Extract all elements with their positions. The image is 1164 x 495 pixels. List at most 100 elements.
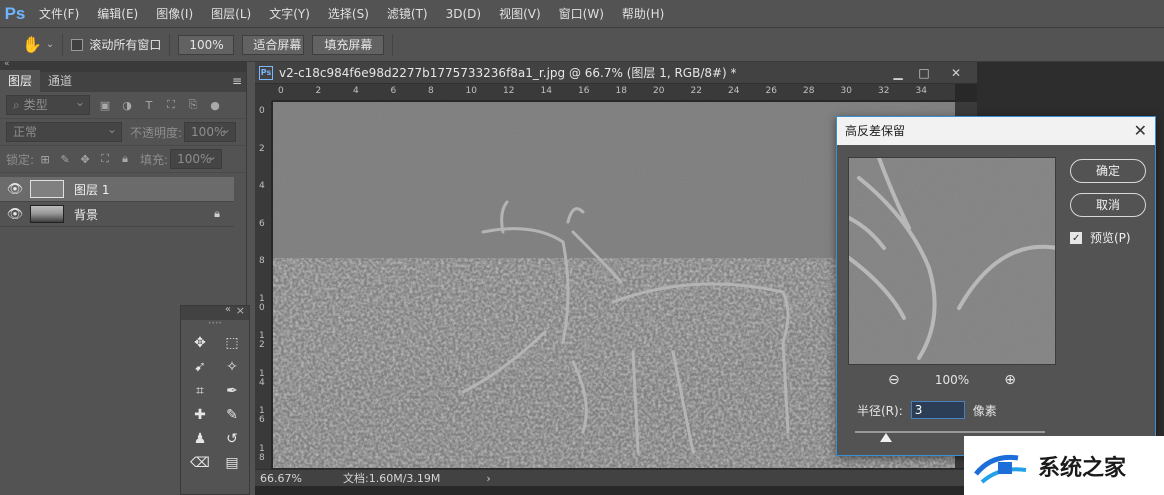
menu-item[interactable]: 3D(D) (437, 0, 490, 28)
zoom-in-icon[interactable]: ⊕ (1004, 372, 1016, 388)
chevron-down-icon[interactable]: ⌄ (46, 39, 54, 50)
marquee-tool-icon[interactable]: ⬚ (221, 332, 243, 354)
ruler-origin[interactable] (255, 84, 272, 101)
ruler-tick-label: 28 (803, 86, 815, 96)
smart-object-filter-icon[interactable]: ⎘ (186, 98, 200, 112)
lock-transparent-icon[interactable]: ⊞ (38, 152, 52, 166)
gradient-tool-icon[interactable]: ▤ (221, 452, 243, 474)
ruler-tick-label: 4 (259, 181, 265, 191)
opacity-label: 不透明度: (130, 125, 183, 140)
zoom-status[interactable]: 66.67% (260, 472, 335, 485)
menu-item[interactable]: 视图(V) (490, 0, 550, 28)
radius-slider-thumb[interactable] (880, 433, 892, 442)
fill-screen-button[interactable]: 填充屏幕 (312, 34, 385, 55)
menu-item[interactable]: 文字(Y) (260, 0, 319, 28)
dialog-title: 高反差保留 (845, 124, 906, 138)
layer-thumbnail (30, 205, 64, 223)
menu-item[interactable]: 窗口(W) (550, 0, 613, 28)
separator (169, 33, 171, 56)
lock-artboard-icon[interactable]: ⛶ (98, 152, 112, 166)
zoom-100-button[interactable]: 100% (178, 34, 235, 55)
blend-mode-dropdown[interactable]: 正常 (6, 120, 122, 142)
filter-row: ⌕ 类型 ▣ ◑ T ⛶ ⎘ ● (0, 92, 246, 119)
lock-image-icon[interactable]: ✎ (58, 152, 72, 166)
lock-position-icon[interactable]: ✥ (78, 152, 92, 166)
separator (62, 33, 64, 56)
ruler-tick-label: 10 (465, 86, 477, 96)
cancel-button[interactable]: 取消 (1070, 193, 1146, 217)
ok-button[interactable]: 确定 (1070, 159, 1146, 183)
eye-icon[interactable]: 👁︎ (0, 182, 30, 197)
close-icon[interactable]: ✕ (1134, 117, 1147, 145)
lasso-tool-icon[interactable]: ➹ (189, 356, 211, 378)
collapse-arrows-icon[interactable]: « (4, 59, 10, 69)
tools-palette: « × •••• ✥ ⬚ ➹ ✧ ⌗ ✒ ✚ ✎ ♟ ↺ ⌫ ▤ (180, 304, 250, 495)
menu-item[interactable]: 编辑(E) (88, 0, 147, 28)
menu-item[interactable]: 滤镜(T) (378, 0, 437, 28)
magic-wand-tool-icon[interactable]: ✧ (221, 356, 243, 378)
opacity-input[interactable]: 100% (184, 120, 237, 142)
zoom-out-icon[interactable]: ⊖ (888, 372, 900, 388)
ruler-tick-label: 6 (390, 86, 397, 96)
brush-tool-icon[interactable]: ✎ (221, 404, 243, 426)
ps-document-icon: Ps (259, 65, 273, 80)
text-filter-icon[interactable]: T (142, 98, 156, 112)
minimize-icon[interactable]: ▁ (885, 64, 911, 82)
menu-item[interactable]: 选择(S) (319, 0, 378, 28)
ruler-tick-label: 8 (259, 256, 265, 266)
ruler-tick-label: 20 (653, 86, 665, 96)
high-pass-dialog: 高反差保留 ✕ 确定 取消 预览(P) ⊖ 100% ⊕ 半径(R): (836, 116, 1156, 456)
preview-checkbox[interactable] (1070, 231, 1082, 244)
history-brush-tool-icon[interactable]: ↺ (221, 428, 243, 450)
eye-icon[interactable]: 👁︎ (0, 207, 30, 222)
menu-item[interactable]: 图层(L) (202, 0, 260, 28)
watermark: 系统之家 (964, 436, 1164, 495)
ruler-tick-label: 2 (259, 143, 265, 154)
crop-tool-icon[interactable]: ⌗ (189, 380, 211, 402)
dialog-preview[interactable] (848, 157, 1056, 365)
fit-screen-button[interactable]: 适合屏幕 (242, 34, 305, 55)
close-icon[interactable]: × (236, 304, 245, 317)
layer-row-layer1[interactable]: 👁︎ 图层 1 (0, 177, 234, 202)
menu-item[interactable]: 文件(F) (30, 0, 88, 28)
move-tool-icon[interactable]: ✥ (189, 332, 211, 354)
panel-menu-icon[interactable]: ≡ (232, 74, 242, 88)
ruler-tick-label: 8 (428, 86, 434, 96)
eyedropper-tool-icon[interactable]: ✒ (221, 380, 243, 402)
stamp-tool-icon[interactable]: ♟ (189, 428, 211, 450)
collapse-arrows-icon[interactable]: « (225, 304, 231, 315)
preview-label: 预览(P) (1090, 231, 1131, 245)
search-icon: ⌕ (13, 98, 20, 112)
dialog-titlebar[interactable]: 高反差保留 ✕ (837, 117, 1155, 145)
tab-channels[interactable]: 通道 (40, 70, 80, 92)
document-tab[interactable]: Ps v2-c18c984f6e98d2277b1775733236f8a1_r… (255, 62, 977, 84)
tab-layers[interactable]: 图层 (0, 70, 41, 92)
ruler-tick-label: 12 (259, 331, 265, 350)
filter-kind-dropdown[interactable]: ⌕ 类型 (6, 93, 90, 115)
adjustment-filter-icon[interactable]: ◑ (120, 98, 134, 112)
filter-kind-label: 类型 (23, 98, 48, 112)
healing-brush-tool-icon[interactable]: ✚ (189, 404, 211, 426)
radius-input[interactable]: 3 (910, 401, 965, 419)
chevron-right-icon[interactable]: › (486, 472, 490, 485)
menu-item[interactable]: 帮助(H) (613, 0, 673, 28)
preview-zoom-value: 100% (934, 373, 970, 387)
fill-input[interactable]: 100% (170, 147, 223, 169)
menu-item[interactable]: 图像(I) (147, 0, 202, 28)
scroll-all-windows-checkbox[interactable] (71, 38, 84, 51)
ruler-tick-label: 14 (540, 86, 552, 96)
ruler-tick-label: 24 (728, 86, 740, 96)
tools-header[interactable]: « × (181, 304, 249, 320)
panel-tabs: 图层 通道 ≡ (0, 70, 246, 92)
shape-filter-icon[interactable]: ⛶ (164, 98, 178, 112)
filter-toggle-icon[interactable]: ● (208, 98, 222, 112)
pixel-filter-icon[interactable]: ▣ (98, 98, 112, 112)
layer-row-background[interactable]: 👁︎ 背景 🔒︎ (0, 202, 234, 227)
lock-all-icon[interactable]: 🔒︎ (118, 152, 132, 166)
ruler-tick-label: 18 (615, 86, 627, 96)
eraser-tool-icon[interactable]: ⌫ (189, 452, 211, 474)
close-icon[interactable]: ✕ (943, 64, 969, 82)
maximize-icon[interactable]: □ (911, 64, 937, 82)
scroll-all-windows-label: 滚动所有窗口 (89, 38, 162, 52)
hand-tool-icon[interactable]: ✋ (22, 35, 42, 54)
